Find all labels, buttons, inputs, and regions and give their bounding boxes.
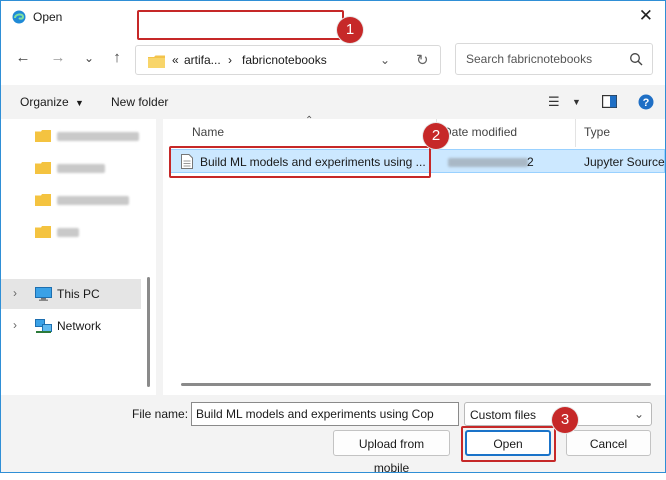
window-title: Open bbox=[33, 10, 63, 24]
pc-icon bbox=[35, 287, 52, 301]
annotation-highlight-open bbox=[461, 426, 556, 462]
step-badge-2: 2 bbox=[423, 123, 449, 149]
step-badge-3: 3 bbox=[552, 407, 578, 433]
help-icon[interactable]: ? bbox=[638, 94, 654, 110]
annotation-highlight-address bbox=[137, 10, 344, 40]
expand-chevron-icon[interactable]: › bbox=[13, 318, 17, 332]
forward-arrow-icon[interactable]: → bbox=[48, 47, 68, 69]
blurred-folder-name bbox=[57, 132, 139, 141]
blurred-folder-name bbox=[57, 164, 105, 173]
sort-ascending-icon: ⌃ bbox=[305, 115, 314, 126]
network-icon bbox=[35, 319, 52, 333]
command-toolbar: Organize ▼ New folder ☰ ▼ ? bbox=[1, 85, 665, 119]
nav-item-this-pc[interactable]: › This PC bbox=[1, 279, 141, 309]
file-type-filter-value: Custom files bbox=[470, 408, 537, 422]
address-bar[interactable]: « artifa... › fabricnotebooks ⌄ ↻ bbox=[135, 45, 441, 75]
column-divider[interactable] bbox=[575, 119, 576, 147]
folder-icon bbox=[148, 55, 165, 68]
organize-button[interactable]: Organize ▼ bbox=[20, 95, 84, 109]
nav-item-label: Network bbox=[57, 319, 102, 333]
open-file-dialog: Open ✕ ← → ⌄ ↑ « artifa... › fabricnoteb… bbox=[0, 0, 666, 475]
search-icon[interactable] bbox=[629, 52, 643, 66]
folder-icon bbox=[35, 226, 51, 238]
column-header-type[interactable]: Type bbox=[584, 125, 610, 139]
up-arrow-icon[interactable]: ↑ bbox=[107, 47, 127, 69]
folder-icon bbox=[35, 194, 51, 206]
breadcrumb-item-artifacts[interactable]: artifa... bbox=[184, 53, 221, 67]
nav-item-label: This PC bbox=[57, 287, 100, 301]
preview-pane-icon[interactable] bbox=[602, 95, 617, 108]
nav-item-folder[interactable] bbox=[1, 217, 141, 247]
file-date-modified: 2 bbox=[527, 155, 534, 169]
folder-icon bbox=[35, 130, 51, 142]
blurred-date bbox=[448, 158, 528, 167]
breadcrumb-item-fabricnotebooks[interactable]: fabricnotebooks bbox=[242, 53, 327, 67]
file-name-input[interactable] bbox=[191, 402, 459, 426]
cancel-button[interactable]: Cancel bbox=[566, 430, 651, 456]
organize-dropdown-icon: ▼ bbox=[75, 98, 84, 108]
search-input[interactable] bbox=[464, 51, 624, 67]
file-type: Jupyter Source bbox=[584, 155, 665, 169]
view-options-icon[interactable]: ☰ bbox=[548, 94, 560, 110]
annotation-highlight-file bbox=[169, 146, 431, 178]
view-options-dropdown-icon[interactable]: ▼ bbox=[572, 97, 581, 107]
close-icon[interactable]: ✕ bbox=[639, 6, 653, 26]
blurred-folder-name bbox=[57, 196, 129, 205]
navigation-bar: ← → ⌄ ↑ « artifa... › fabricnotebooks ⌄ … bbox=[1, 33, 665, 85]
nav-pane-scrollbar[interactable] bbox=[147, 277, 150, 387]
address-dropdown-chevron-icon[interactable]: ⌄ bbox=[380, 53, 390, 67]
refresh-icon[interactable]: ↻ bbox=[416, 51, 429, 69]
file-name-label: File name: bbox=[132, 407, 189, 421]
expand-chevron-icon[interactable]: › bbox=[13, 286, 17, 300]
column-header-date-modified[interactable]: Date modified bbox=[443, 125, 517, 139]
column-header-name[interactable]: Name bbox=[192, 125, 224, 139]
navigation-pane: › This PC › Network bbox=[1, 119, 156, 395]
nav-item-folder[interactable] bbox=[1, 121, 141, 151]
organize-label: Organize bbox=[20, 95, 69, 109]
nav-item-network[interactable]: › Network bbox=[1, 311, 141, 341]
back-arrow-icon[interactable]: ← bbox=[13, 47, 33, 69]
new-folder-button[interactable]: New folder bbox=[111, 95, 168, 109]
nav-item-folder[interactable] bbox=[1, 153, 141, 183]
blurred-folder-name bbox=[57, 228, 79, 237]
folder-icon bbox=[35, 162, 51, 174]
recent-locations-chevron-icon[interactable]: ⌄ bbox=[79, 47, 99, 69]
chevron-down-icon: ⌄ bbox=[633, 407, 644, 421]
nav-item-folder[interactable] bbox=[1, 185, 141, 215]
step-badge-1: 1 bbox=[337, 17, 363, 43]
search-box bbox=[455, 43, 653, 75]
svg-text:?: ? bbox=[643, 97, 650, 109]
breadcrumb-separator-icon: › bbox=[228, 53, 232, 67]
edge-browser-icon bbox=[12, 10, 26, 24]
upload-from-mobile-button[interactable]: Upload from mobile bbox=[333, 430, 450, 475]
horizontal-scrollbar[interactable] bbox=[181, 383, 651, 386]
breadcrumb-overflow[interactable]: « bbox=[172, 53, 179, 67]
